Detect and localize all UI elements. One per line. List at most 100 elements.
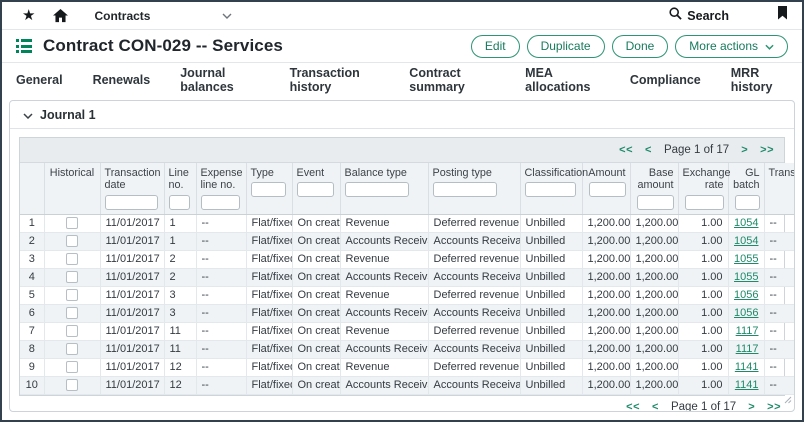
filter-input-transaction_date[interactable] — [105, 195, 158, 210]
filter-input-type[interactable] — [251, 182, 286, 197]
cell-transaction_date: 11/01/2017 — [100, 340, 164, 358]
column-header-exchange_rate: Exchange rate — [678, 163, 728, 214]
gl-batch-link[interactable]: 1117 — [736, 325, 759, 337]
historical-checkbox[interactable] — [66, 379, 78, 391]
cell-exchange_rate: 1.00 — [678, 214, 728, 232]
cell-base_amount: 1,200.00 — [630, 232, 678, 250]
edit-button[interactable]: Edit — [471, 35, 520, 58]
tab-general[interactable]: General — [16, 64, 63, 96]
cell-expense_line_no: -- — [196, 358, 246, 376]
cell-event: On create — [292, 232, 340, 250]
cell-line_no: 11 — [164, 322, 196, 340]
title-bar: Contract CON-029 -- Services Edit Duplic… — [2, 30, 802, 63]
tab-compliance[interactable]: Compliance — [630, 64, 701, 96]
cell-gl_batch: 1141 — [728, 358, 764, 376]
historical-checkbox[interactable] — [66, 235, 78, 247]
journal-section-toggle[interactable]: Journal 1 — [10, 101, 794, 129]
duplicate-button[interactable]: Duplicate — [527, 35, 605, 58]
cell-balance_type: Accounts Receivable — [340, 376, 428, 394]
cell-event: On create — [292, 250, 340, 268]
column-label: Line no. — [169, 167, 192, 192]
cell-amount: 1,200.00 — [582, 268, 630, 286]
column-header-line_no: Line no. — [164, 163, 196, 214]
filter-input-amount[interactable] — [589, 182, 626, 197]
cell-balance_type: Accounts Receivable — [340, 268, 428, 286]
historical-checkbox[interactable] — [66, 271, 78, 283]
bookmark-icon[interactable] — [777, 6, 788, 25]
star-icon[interactable]: ★ — [22, 8, 35, 23]
last-page-button[interactable]: >> — [760, 144, 774, 156]
tab-renewals[interactable]: Renewals — [93, 64, 151, 96]
cell-expense_line_no: -- — [196, 286, 246, 304]
tab-mrr-history[interactable]: MRR history — [731, 57, 788, 103]
filter-input-classification[interactable] — [525, 182, 576, 197]
cell-amount: 1,200.00 — [582, 286, 630, 304]
tab-journal-balances[interactable]: Journal balances — [180, 57, 259, 103]
resize-handle-icon[interactable] — [784, 391, 792, 409]
filter-input-expense_line_no[interactable] — [201, 195, 240, 210]
cell-transaction: -- — [764, 214, 795, 232]
cell-row_num: 7 — [20, 322, 44, 340]
contracts-nav-dropdown[interactable]: Contracts — [94, 9, 150, 23]
tab-transaction-history[interactable]: Transaction history — [290, 57, 380, 103]
search-button[interactable]: Search — [669, 7, 729, 25]
journal-panel: Journal 1 << < Page 1 of 17 > >> Histori… — [9, 100, 795, 412]
historical-checkbox[interactable] — [66, 217, 78, 229]
historical-checkbox[interactable] — [66, 253, 78, 265]
next-page-button[interactable]: > — [748, 401, 755, 412]
column-label: Amount — [587, 167, 626, 179]
done-button[interactable]: Done — [612, 35, 669, 58]
historical-checkbox[interactable] — [66, 361, 78, 373]
gl-batch-link[interactable]: 1141 — [735, 361, 759, 373]
first-page-button[interactable]: << — [626, 401, 640, 412]
gl-batch-link[interactable]: 1054 — [734, 217, 758, 229]
filter-input-exchange_rate[interactable] — [685, 195, 724, 210]
cell-expense_line_no: -- — [196, 304, 246, 322]
cell-event: On create — [292, 304, 340, 322]
chevron-down-icon — [765, 39, 774, 53]
cell-event: On create — [292, 376, 340, 394]
next-page-button[interactable]: > — [741, 144, 748, 156]
cell-expense_line_no: -- — [196, 232, 246, 250]
last-page-button[interactable]: >> — [767, 401, 781, 412]
filter-input-gl_batch[interactable] — [735, 195, 760, 210]
gl-batch-link[interactable]: 1056 — [734, 289, 758, 301]
cell-classification: Unbilled — [520, 340, 582, 358]
filter-input-event[interactable] — [297, 182, 334, 197]
cell-transaction_date: 11/01/2017 — [100, 304, 164, 322]
column-header-type: Type — [246, 163, 292, 214]
filter-input-posting_type[interactable] — [433, 182, 497, 197]
cell-posting_type: Accounts Receivable — [428, 376, 520, 394]
historical-checkbox[interactable] — [66, 325, 78, 337]
filter-input-line_no[interactable] — [169, 195, 190, 210]
home-icon[interactable] — [53, 9, 68, 23]
column-label: Transaction date — [105, 167, 160, 192]
filter-input-balance_type[interactable] — [345, 182, 409, 197]
tab-mea-allocations[interactable]: MEA allocations — [525, 57, 600, 103]
record-list-icon[interactable] — [16, 39, 33, 53]
cell-amount: 1,200.00 — [582, 232, 630, 250]
gl-batch-link[interactable]: 1117 — [736, 343, 759, 355]
gl-batch-link[interactable]: 1054 — [734, 235, 758, 247]
historical-checkbox[interactable] — [66, 307, 78, 319]
table-body: 111/01/20171--Flat/fixedOn createRevenue… — [20, 214, 795, 394]
gl-batch-link[interactable]: 1056 — [734, 307, 758, 319]
first-page-button[interactable]: << — [619, 144, 633, 156]
filter-input-base_amount[interactable] — [637, 195, 674, 210]
prev-page-button[interactable]: < — [652, 401, 659, 412]
historical-checkbox[interactable] — [66, 343, 78, 355]
cell-classification: Unbilled — [520, 214, 582, 232]
historical-checkbox[interactable] — [66, 289, 78, 301]
gl-batch-link[interactable]: 1055 — [734, 271, 758, 283]
page-indicator: Page 1 of 17 — [671, 401, 736, 412]
chevron-down-icon[interactable] — [222, 13, 232, 19]
more-actions-button[interactable]: More actions — [675, 35, 788, 58]
tab-contract-summary[interactable]: Contract summary — [409, 57, 495, 103]
cell-historical — [44, 232, 100, 250]
prev-page-button[interactable]: < — [645, 144, 652, 156]
cell-transaction_date: 11/01/2017 — [100, 358, 164, 376]
transaction-history-table: HistoricalTransaction dateLine no.Expens… — [20, 163, 795, 395]
cell-expense_line_no: -- — [196, 376, 246, 394]
gl-batch-link[interactable]: 1055 — [734, 253, 758, 265]
gl-batch-link[interactable]: 1141 — [735, 379, 759, 391]
